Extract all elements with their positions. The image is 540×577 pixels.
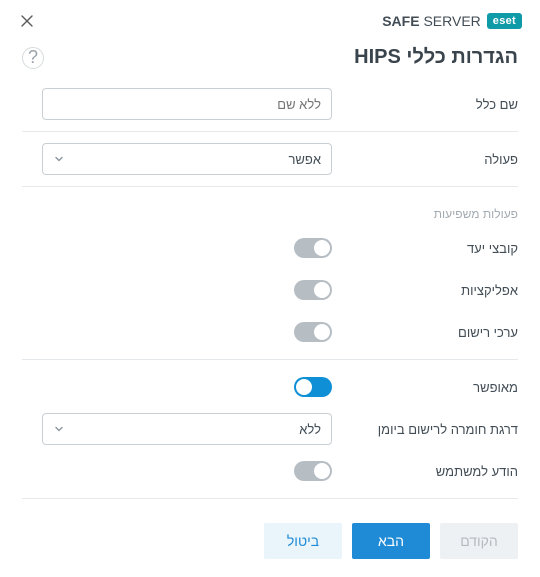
help-icon[interactable]: ? — [22, 47, 44, 69]
notify-label: הודע למשתמש — [348, 464, 518, 479]
brand-badge: eset — [487, 13, 522, 29]
target-files-toggle[interactable] — [294, 238, 332, 258]
divider — [22, 131, 518, 132]
action-select[interactable]: אפשר — [42, 143, 332, 175]
chevron-down-icon — [53, 423, 65, 435]
next-button[interactable]: הבא — [352, 523, 430, 559]
page-title: הגדרות כללי HIPS — [354, 46, 518, 69]
applications-toggle[interactable] — [294, 280, 332, 300]
severity-label: דרגת חומרה לרישום ביומן — [348, 422, 518, 437]
affecting-ops-subtitle: פעולות משפיעות — [22, 193, 518, 227]
action-label: פעולה — [348, 152, 518, 167]
enabled-label: מאופשר — [348, 380, 518, 395]
enabled-toggle[interactable] — [294, 377, 332, 397]
action-select-value: אפשר — [65, 152, 321, 167]
registry-label: ערכי רישום — [348, 325, 518, 340]
chevron-down-icon — [53, 153, 65, 165]
applications-label: אפליקציות — [348, 283, 518, 298]
brand-logo: eset SAFE SERVER — [382, 13, 522, 29]
divider — [22, 186, 518, 187]
rule-name-input[interactable] — [42, 88, 332, 120]
registry-toggle[interactable] — [294, 322, 332, 342]
divider — [22, 359, 518, 360]
severity-select[interactable]: ללא — [42, 413, 332, 445]
cancel-button[interactable]: ביטול — [264, 523, 342, 559]
target-files-label: קובצי יעד — [348, 241, 518, 256]
divider — [22, 498, 518, 499]
notify-toggle[interactable] — [294, 461, 332, 481]
severity-select-value: ללא — [65, 422, 321, 437]
rule-name-label: שם כלל — [348, 97, 518, 112]
prev-button: הקודם — [440, 523, 518, 559]
brand-text: SAFE SERVER — [382, 13, 481, 29]
close-icon[interactable] — [18, 12, 36, 30]
